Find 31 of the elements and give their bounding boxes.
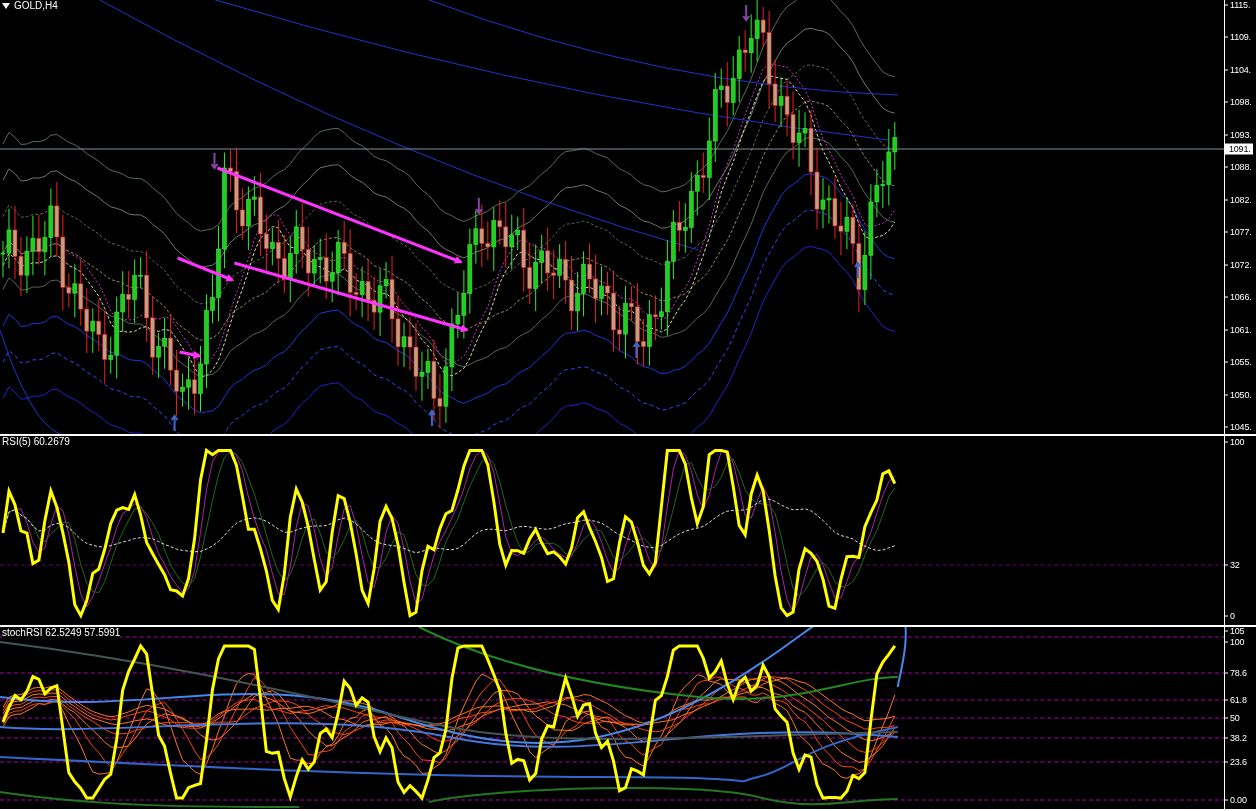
axis-label: 32 bbox=[1225, 559, 1240, 571]
axis-label: 1109. bbox=[1225, 31, 1251, 43]
axis-label: 1115. bbox=[1225, 0, 1251, 11]
axis-label: 50 bbox=[1225, 712, 1240, 724]
axis-label: 1082. bbox=[1225, 194, 1252, 206]
axis-label: 0 bbox=[1225, 610, 1235, 622]
axis-label: 0.00 bbox=[1225, 794, 1247, 806]
axis-label: 1093. bbox=[1225, 129, 1252, 141]
axis-label: 1055. bbox=[1225, 356, 1252, 368]
axis-label: 100 bbox=[1225, 636, 1245, 648]
axis-label: 1077. bbox=[1225, 226, 1252, 238]
axis-label: 1072. bbox=[1225, 259, 1252, 271]
axis-label: 1104. bbox=[1225, 64, 1251, 76]
indicator-title: RSI(5) 60.2679 bbox=[2, 436, 70, 447]
axis-label: 61.8 bbox=[1225, 694, 1247, 706]
axis-label: 1098. bbox=[1225, 96, 1252, 108]
dropdown-triangle-icon[interactable] bbox=[2, 2, 10, 9]
axis-label: 1066. bbox=[1225, 291, 1252, 303]
axis-label: 105 bbox=[1225, 625, 1245, 637]
axis-label: 1088. bbox=[1225, 161, 1252, 173]
current-price-label: 1091. bbox=[1225, 143, 1253, 155]
axis-label: 38.2 bbox=[1225, 732, 1247, 744]
axis-label: 100 bbox=[1225, 436, 1245, 448]
axis-label: 1050. bbox=[1225, 389, 1252, 401]
axis-label: 1061. bbox=[1225, 324, 1252, 336]
chart-symbol-title: GOLD,H4 bbox=[14, 0, 58, 11]
axis-label: 23.6 bbox=[1225, 756, 1247, 768]
trend-arrow bbox=[179, 350, 202, 359]
axis-label: 78.6 bbox=[1225, 667, 1247, 679]
axis-label: 1045. bbox=[1225, 421, 1252, 433]
indicator-title: stochRSI 62.5249 57.5991 bbox=[2, 627, 121, 638]
